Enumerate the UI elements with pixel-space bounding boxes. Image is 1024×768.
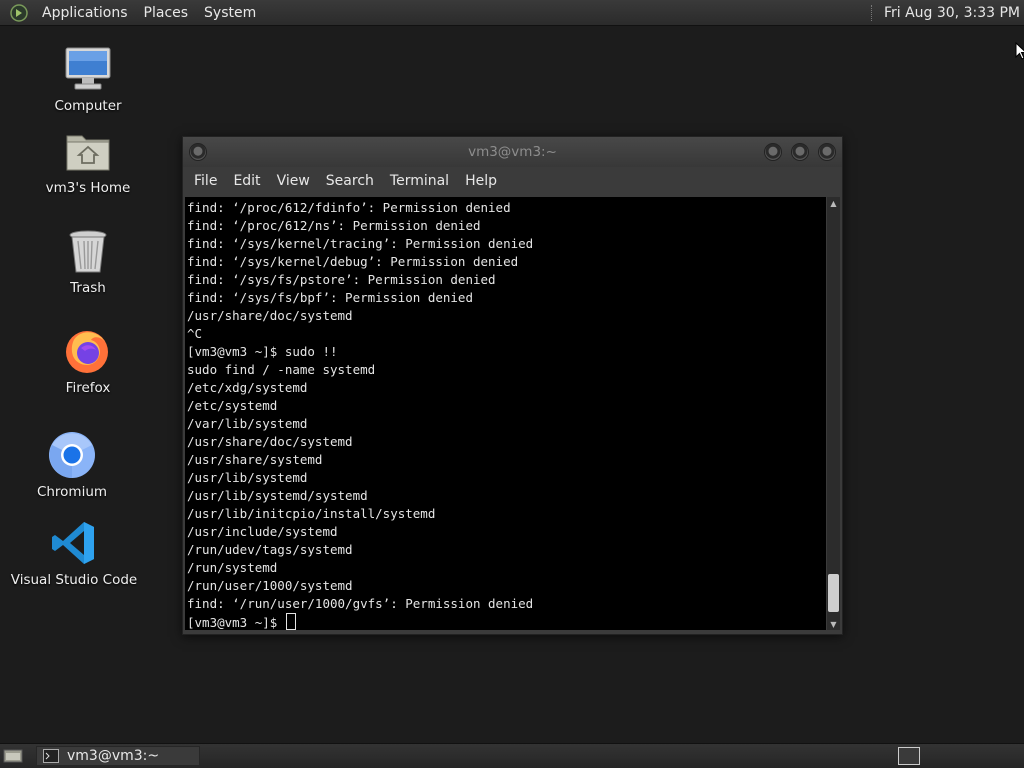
text-cursor	[285, 613, 296, 630]
vscode-icon	[49, 518, 99, 568]
minimize-button[interactable]	[764, 143, 782, 161]
window-title-bar[interactable]: vm3@vm3:~	[183, 137, 842, 167]
close-button[interactable]	[818, 143, 836, 161]
terminal-line: find: ‘/proc/612/ns’: Permission denied	[187, 218, 481, 233]
terminal-line: /usr/lib/systemd	[187, 470, 308, 485]
desktop-icon-computer[interactable]: Computer	[33, 44, 143, 114]
top-panel: Applications Places System Fri Aug 30, 3…	[0, 0, 1024, 26]
desktop-icon-vscode[interactable]: Visual Studio Code	[11, 518, 137, 588]
menu-view[interactable]: View	[270, 173, 319, 189]
window-menu-button[interactable]	[189, 143, 207, 161]
terminal-line: /usr/share/systemd	[187, 452, 323, 467]
desktop-icon-home[interactable]: vm3's Home	[33, 126, 143, 196]
chromium-icon	[47, 430, 97, 480]
terminal-line: find: ‘/sys/fs/bpf’: Permission denied	[187, 290, 473, 305]
terminal-line: find: ‘/sys/kernel/debug’: Permission de…	[187, 254, 519, 269]
terminal-line: /usr/lib/systemd/systemd	[187, 488, 368, 503]
taskbar-window-button[interactable]: vm3@vm3:~	[36, 746, 200, 766]
panel-separator	[870, 4, 874, 21]
terminal-line: [vm3@vm3 ~]$ sudo !!	[187, 344, 338, 359]
terminal-line: /run/systemd	[187, 560, 278, 575]
places-menu[interactable]: Places	[136, 5, 197, 21]
taskbar-window-label: vm3@vm3:~	[67, 748, 160, 764]
terminal-line: find: ‘/sys/kernel/tracing’: Permission …	[187, 236, 534, 251]
terminal-line: /etc/xdg/systemd	[187, 380, 308, 395]
desktop-icon-label: Computer	[54, 98, 122, 114]
terminal-line: /etc/systemd	[187, 398, 278, 413]
desktop-icon-label: Visual Studio Code	[10, 572, 138, 588]
computer-icon	[63, 44, 113, 94]
desktop-icon-label: Chromium	[36, 484, 108, 500]
menu-terminal[interactable]: Terminal	[383, 173, 458, 189]
menu-search[interactable]: Search	[319, 173, 383, 189]
terminal-line: /usr/share/doc/systemd	[187, 434, 353, 449]
desktop-icon-label: vm3's Home	[45, 180, 131, 196]
terminal-line: find: ‘/sys/fs/pstore’: Permission denie…	[187, 272, 496, 287]
applications-menu[interactable]: Applications	[34, 5, 136, 21]
terminal-line: ^C	[187, 326, 203, 341]
desktop-icon-firefox[interactable]: Firefox	[33, 326, 143, 396]
terminal-line: /run/user/1000/systemd	[187, 578, 353, 593]
home-folder-icon	[63, 126, 113, 176]
terminal-line: /usr/share/doc/systemd	[187, 308, 353, 323]
maximize-button[interactable]	[791, 143, 809, 161]
scroll-down-arrow-icon[interactable]: ▼	[827, 618, 840, 630]
terminal-icon	[43, 749, 59, 763]
trash-icon	[63, 226, 113, 276]
menu-edit[interactable]: Edit	[226, 173, 269, 189]
terminal-menu-bar: File Edit View Search Terminal Help	[183, 167, 842, 195]
desktop-icon-chromium[interactable]: Chromium	[17, 430, 127, 500]
terminal-line: /usr/lib/initcpio/install/systemd	[187, 506, 436, 521]
terminal-scrollbar[interactable]: ▲ ▼	[827, 197, 840, 630]
terminal-output[interactable]: find: ‘/proc/612/fdinfo’: Permission den…	[185, 197, 826, 630]
terminal-line: /usr/include/systemd	[187, 524, 338, 539]
clock[interactable]: Fri Aug 30, 3:33 PM	[884, 5, 1024, 21]
bottom-panel: vm3@vm3:~	[0, 743, 1024, 768]
desktop-icon-label: Trash	[70, 280, 106, 296]
distro-logo-icon[interactable]	[10, 3, 28, 22]
terminal-prompt: [vm3@vm3 ~]$	[187, 615, 285, 630]
terminal-line: find: ‘/run/user/1000/gvfs’: Permission …	[187, 596, 534, 611]
terminal-window[interactable]: vm3@vm3:~ File Edit View Search Terminal…	[182, 136, 843, 635]
terminal-output-lines: find: ‘/proc/612/fdinfo’: Permission den…	[187, 200, 533, 611]
window-title: vm3@vm3:~	[468, 144, 557, 160]
terminal-line: sudo find / -name systemd	[187, 362, 376, 377]
mouse-pointer-icon	[1015, 42, 1024, 60]
terminal-line: /var/lib/systemd	[187, 416, 308, 431]
scroll-up-arrow-icon[interactable]: ▲	[827, 197, 840, 209]
desktop-icon-trash[interactable]: Trash	[33, 226, 143, 296]
firefox-icon	[63, 326, 113, 376]
terminal-line: /run/udev/tags/systemd	[187, 542, 353, 557]
system-menu[interactable]: System	[196, 5, 264, 21]
terminal-line: find: ‘/proc/612/fdinfo’: Permission den…	[187, 200, 511, 215]
desktop-icon-label: Firefox	[65, 380, 111, 396]
menu-help[interactable]: Help	[458, 173, 506, 189]
workspace-switcher[interactable]	[898, 747, 920, 765]
scroll-thumb[interactable]	[828, 574, 839, 612]
show-desktop-icon[interactable]	[2, 747, 24, 765]
menu-file[interactable]: File	[187, 173, 226, 189]
